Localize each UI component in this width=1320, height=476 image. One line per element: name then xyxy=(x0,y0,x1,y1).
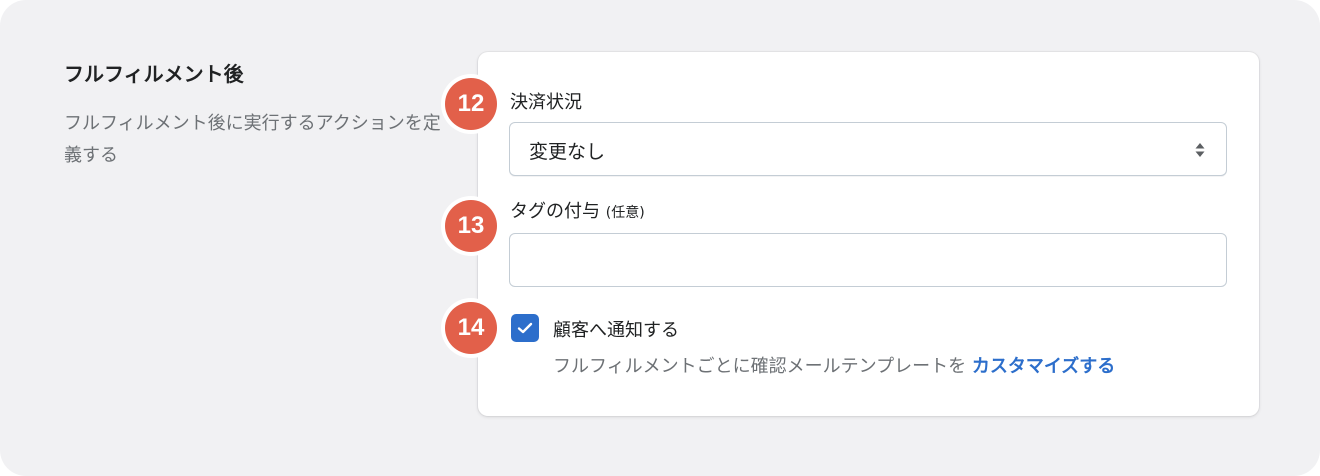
tags-label-wrapper: タグの付与 (任意) xyxy=(510,197,645,223)
section-title: フルフィルメント後 xyxy=(64,62,244,86)
select-arrows-icon xyxy=(1195,143,1205,157)
notify-help-description: フルフィルメントごとに確認メールテンプレートを xyxy=(553,356,967,377)
notify-customer-checkbox[interactable] xyxy=(511,314,539,342)
tags-input[interactable] xyxy=(509,233,1227,287)
tags-label: タグの付与 xyxy=(510,201,600,222)
step-badge-12: 12 xyxy=(445,78,497,130)
notify-customer-label[interactable]: 顧客へ通知する xyxy=(553,316,679,342)
payment-status-select[interactable]: 変更なし xyxy=(509,122,1227,176)
checkmark-icon xyxy=(517,322,533,334)
notify-help-text: フルフィルメントごとに確認メールテンプレートを カスタマイズする xyxy=(553,352,1115,378)
tags-optional-label: (任意) xyxy=(605,205,645,221)
step-badge-14: 14 xyxy=(445,302,497,354)
customize-template-link[interactable]: カスタマイズする xyxy=(972,356,1115,377)
settings-panel: フルフィルメント後 フルフィルメント後に実行するアクションを定義する 12 決済… xyxy=(0,0,1320,476)
payment-status-label: 決済状況 xyxy=(510,92,582,113)
section-description: フルフィルメント後に実行するアクションを定義する xyxy=(64,113,441,166)
payment-status-selected-value: 変更なし xyxy=(529,141,606,163)
step-badge-13: 13 xyxy=(445,200,497,252)
